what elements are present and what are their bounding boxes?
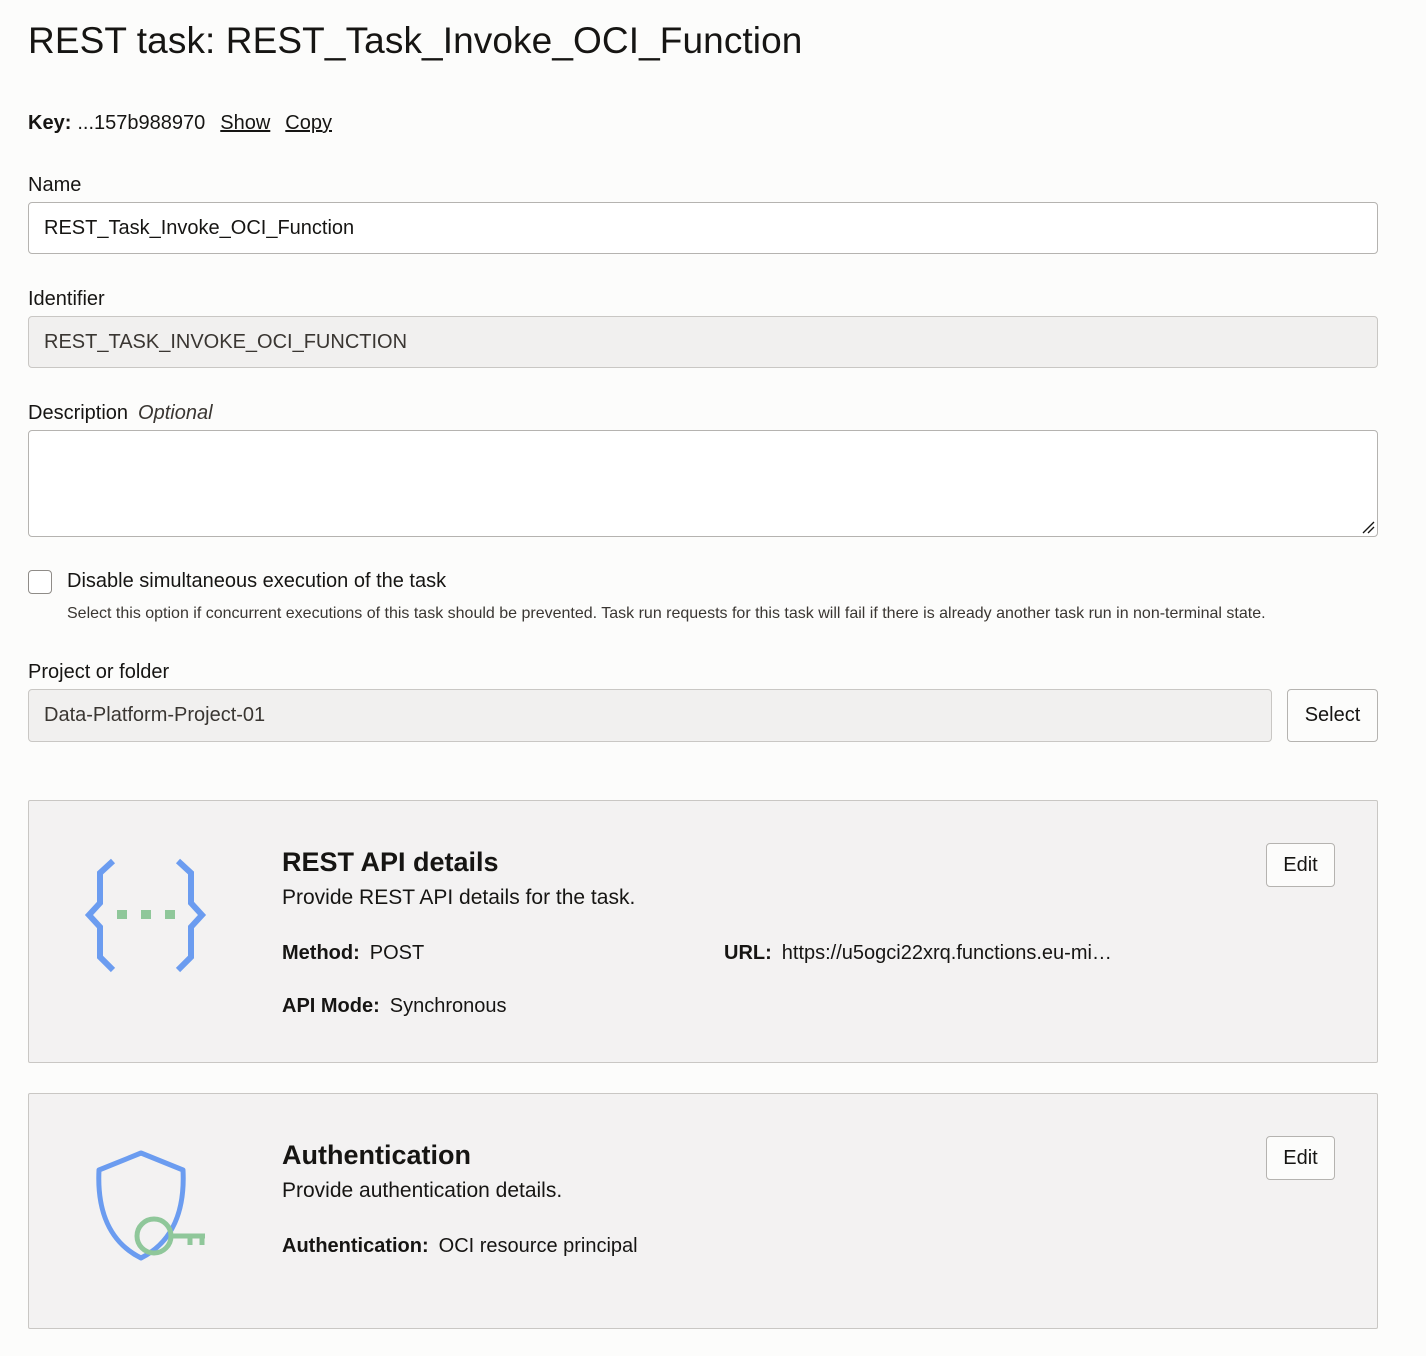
optional-hint: Optional: [138, 402, 213, 424]
method-label: Method:: [282, 942, 360, 964]
authentication-card: Authentication Provide authentication de…: [28, 1093, 1378, 1329]
description-label-text: Description: [28, 402, 129, 424]
disable-concurrent-label[interactable]: Disable simultaneous execution of the ta…: [67, 570, 446, 593]
api-mode-field: API Mode: Synchronous: [282, 995, 507, 1018]
page-title: REST task: REST_Task_Invoke_OCI_Function: [28, 20, 803, 61]
method-value: POST: [369, 942, 425, 964]
key-label: Key:: [28, 112, 72, 134]
edit-rest-api-button[interactable]: Edit: [1266, 843, 1335, 887]
key-value: ...157b988970: [77, 112, 206, 134]
url-field: URL: https://u5ogci22xrq.functions.eu-mi…: [724, 942, 1112, 965]
rest-api-title: REST API details: [282, 847, 499, 877]
name-input[interactable]: REST_Task_Invoke_OCI_Function: [28, 202, 1378, 254]
curly-braces-icon: [85, 858, 207, 973]
key-row: Key: ...157b988970 Show Copy: [28, 112, 347, 135]
identifier-input[interactable]: REST_TASK_INVOKE_OCI_FUNCTION: [28, 316, 1378, 368]
method-field: Method: POST: [282, 942, 424, 965]
copy-key-link[interactable]: Copy: [285, 112, 332, 135]
show-key-link[interactable]: Show: [220, 112, 270, 135]
resize-grip-icon[interactable]: [1361, 520, 1375, 534]
url-value: https://u5ogci22xrq.functions.eu-mi…: [781, 942, 1112, 964]
authentication-value: OCI resource principal: [438, 1235, 638, 1257]
project-input[interactable]: Data-Platform-Project-01: [28, 689, 1272, 742]
rest-api-subtitle: Provide REST API details for the task.: [282, 886, 636, 909]
disable-concurrent-help: Select this option if concurrent executi…: [67, 605, 1266, 622]
name-label: Name: [28, 174, 82, 196]
description-textarea[interactable]: [28, 430, 1378, 537]
edit-authentication-button[interactable]: Edit: [1266, 1136, 1335, 1180]
url-label: URL:: [724, 942, 772, 964]
authentication-field: Authentication: OCI resource principal: [282, 1235, 638, 1258]
disable-concurrent-checkbox[interactable]: [28, 570, 52, 594]
project-label: Project or folder: [28, 661, 170, 683]
select-project-button[interactable]: Select: [1287, 689, 1378, 742]
shield-key-icon: [96, 1150, 205, 1261]
api-mode-value: Synchronous: [389, 995, 507, 1017]
description-label: Description Optional: [28, 402, 213, 425]
identifier-label: Identifier: [28, 288, 105, 310]
api-mode-label: API Mode:: [282, 995, 380, 1017]
rest-api-card: REST API details Provide REST API detail…: [28, 800, 1378, 1063]
authentication-title: Authentication: [282, 1140, 471, 1170]
authentication-subtitle: Provide authentication details.: [282, 1179, 563, 1202]
authentication-label: Authentication:: [282, 1235, 429, 1257]
